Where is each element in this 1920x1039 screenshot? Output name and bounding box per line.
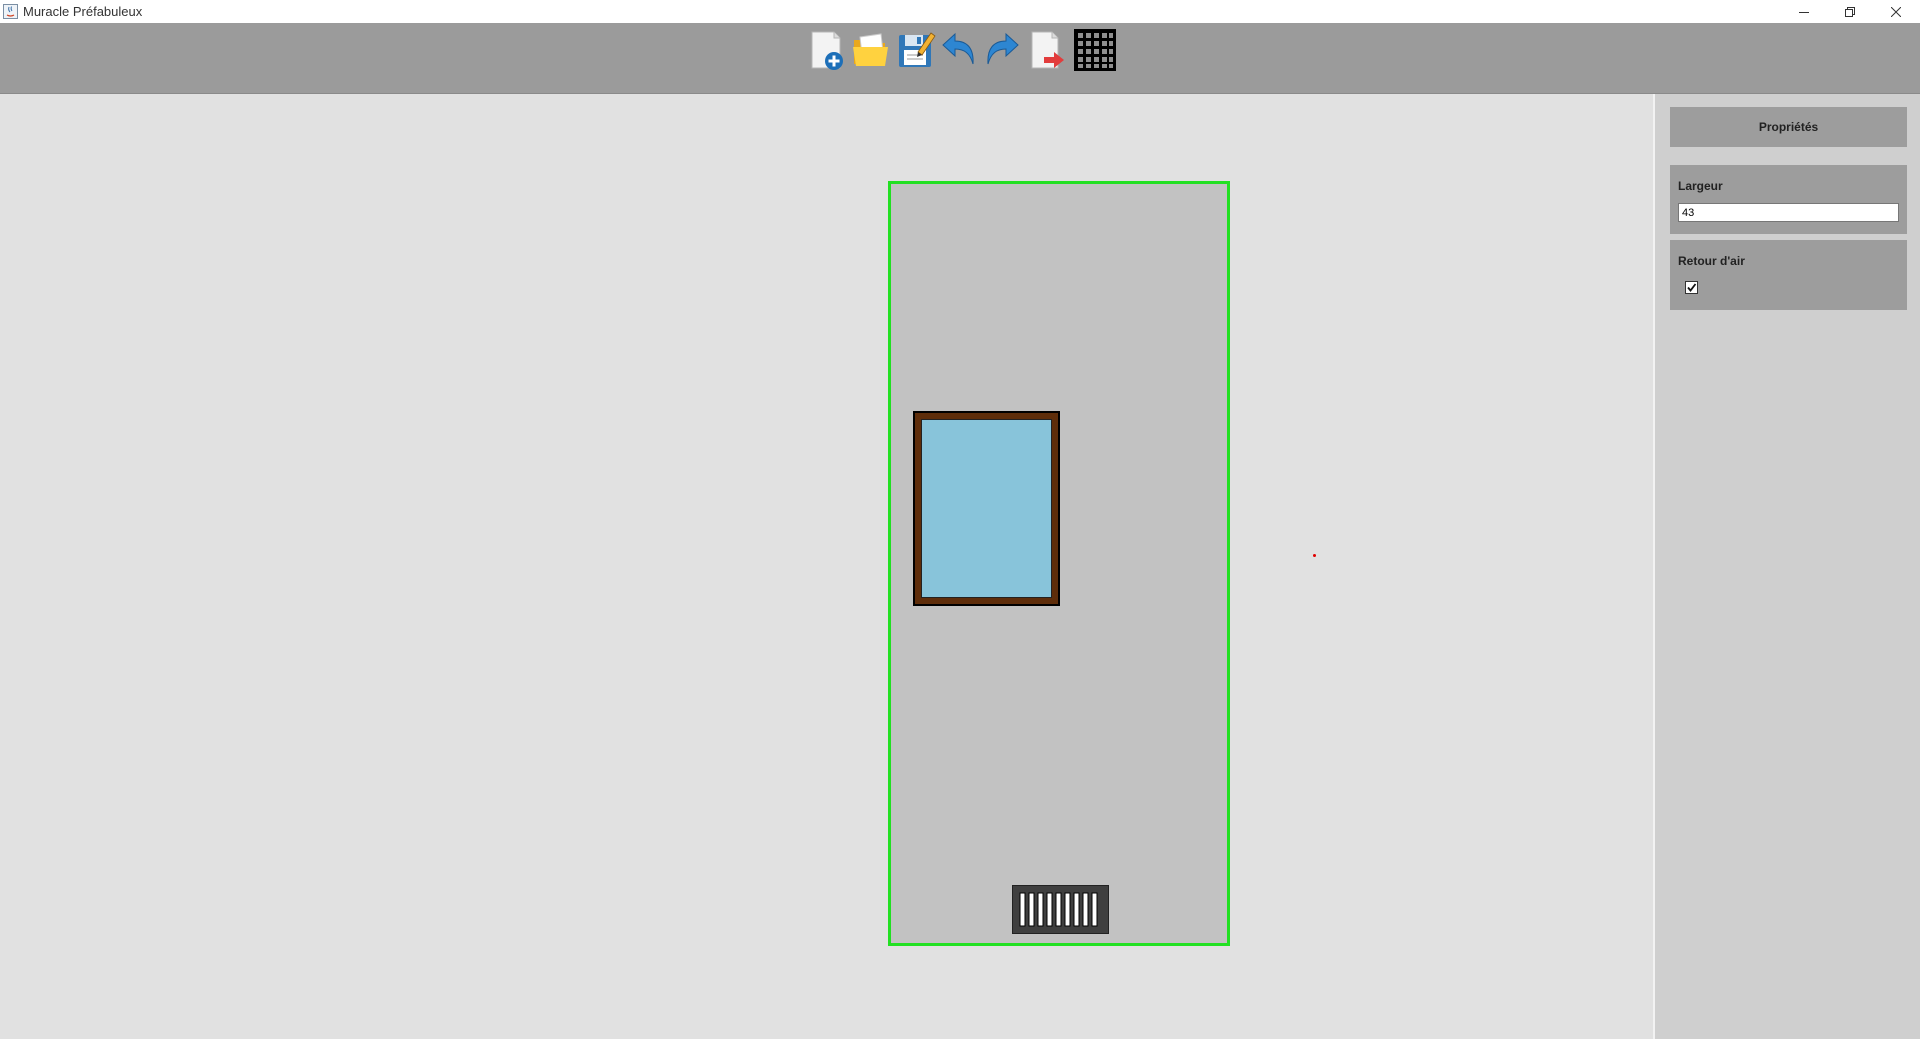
toolbar [0, 23, 1920, 94]
window-element[interactable] [913, 411, 1060, 606]
open-button[interactable] [850, 29, 892, 71]
java-app-icon [3, 4, 18, 19]
cursor-marker [1313, 554, 1316, 557]
new-file-button[interactable] [806, 29, 848, 71]
properties-header: Propriétés [1670, 107, 1907, 147]
air-return-property: Retour d'air [1670, 240, 1907, 310]
close-button[interactable] [1873, 0, 1919, 23]
checkmark-icon [1687, 283, 1697, 292]
properties-title: Propriétés [1758, 120, 1819, 134]
export-icon [1031, 31, 1064, 69]
save-button[interactable] [895, 29, 937, 71]
undo-icon [942, 32, 974, 65]
window-glass [921, 419, 1052, 598]
restore-icon [1845, 6, 1855, 17]
properties-panel: Propriétés Largeur Retour d'air [1653, 94, 1920, 1039]
grille-slats [1019, 892, 1098, 927]
new-file-icon [811, 31, 843, 70]
air-return-label: Retour d'air [1678, 254, 1745, 268]
redo-icon [987, 32, 1019, 65]
undo-button[interactable] [938, 29, 980, 71]
grid-button[interactable] [1074, 29, 1116, 71]
close-icon [1891, 6, 1901, 17]
air-return-grille[interactable] [1012, 885, 1109, 934]
air-return-checkbox[interactable] [1685, 281, 1698, 294]
restore-button[interactable] [1827, 0, 1873, 23]
width-input[interactable] [1678, 203, 1899, 222]
export-button[interactable] [1026, 29, 1068, 71]
minimize-icon [1799, 11, 1809, 13]
grid-icon [1074, 29, 1116, 71]
redo-button[interactable] [981, 29, 1023, 71]
open-folder-icon [853, 33, 888, 66]
drawing-canvas[interactable] [0, 94, 1653, 1039]
window-title: Muracle Préfabuleux [23, 4, 143, 19]
title-bar: Muracle Préfabuleux [0, 0, 1920, 23]
save-icon [899, 32, 936, 67]
width-property: Largeur [1670, 165, 1907, 234]
minimize-button[interactable] [1781, 0, 1827, 23]
width-label: Largeur [1678, 179, 1723, 193]
